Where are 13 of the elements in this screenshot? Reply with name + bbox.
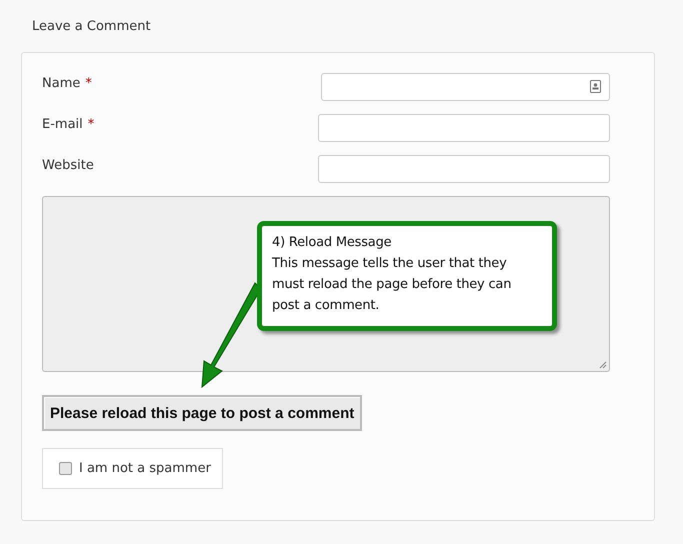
reload-button[interactable]: Please reload this page to post a comment bbox=[42, 395, 362, 431]
contact-card-icon[interactable] bbox=[590, 80, 601, 93]
input-field[interactable] bbox=[318, 155, 610, 183]
field-label: E-mail * bbox=[42, 116, 94, 132]
field-label: Name * bbox=[42, 75, 92, 91]
section-heading: Leave a Comment bbox=[31, 19, 152, 36]
callout-text: This message tells the user that they must reload the page before they can post a comment. bbox=[272, 255, 512, 315]
checkbox-label[interactable]: I am not a spammer bbox=[79, 461, 211, 476]
callout-title: 4) Reload Message bbox=[272, 234, 392, 252]
input-field[interactable] bbox=[318, 114, 610, 142]
input-field[interactable] bbox=[321, 73, 610, 101]
checkbox[interactable] bbox=[59, 462, 72, 475]
field-label: Website bbox=[42, 157, 94, 173]
